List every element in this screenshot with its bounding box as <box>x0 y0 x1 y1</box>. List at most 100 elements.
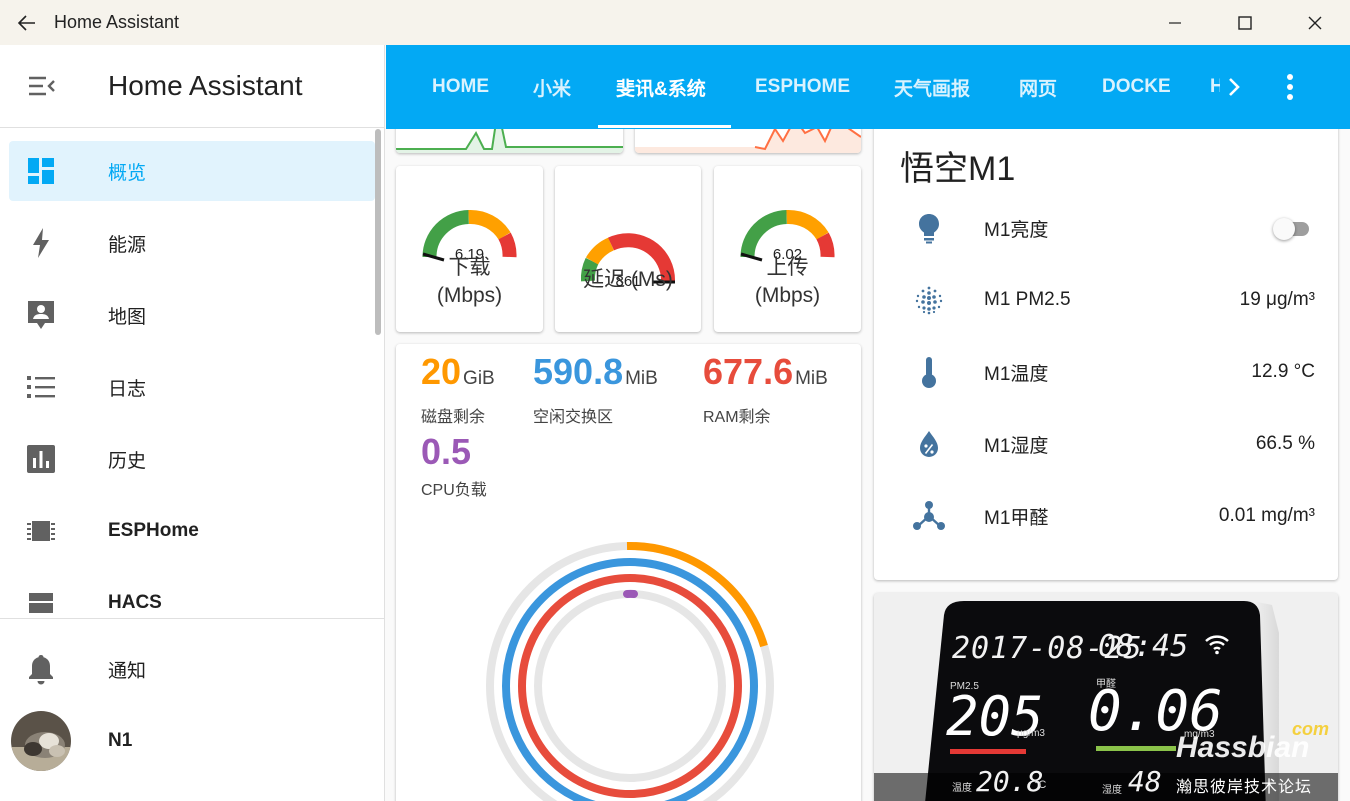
sidebar-item-label: 日志 <box>108 378 147 400</box>
tab-home[interactable]: HOME <box>432 45 489 129</box>
tab-esphome[interactable]: ESPHOME <box>755 45 850 129</box>
menu-collapse-icon[interactable] <box>0 74 84 98</box>
account-box-icon <box>9 299 73 331</box>
dashboard-content: 6.19 下载 (Mbps) 861 延迟 (Ms) 6.02 上传 (Mbps… <box>386 129 1350 801</box>
sidebar-item-label: 地图 <box>108 306 147 328</box>
water-percent-icon <box>874 429 984 459</box>
device-pm25-unit: μg/m3 <box>1017 728 1045 739</box>
lightning-bolt-icon <box>9 227 73 259</box>
sidebar-item-label: 概览 <box>108 162 147 184</box>
sidebar-item-hacs[interactable]: HACS <box>9 573 375 619</box>
sidebar-item-esphome[interactable]: ESPHome <box>9 501 375 561</box>
entity-name: M1温度 <box>984 363 1049 385</box>
chevron-right-icon[interactable] <box>1222 73 1246 101</box>
entity-value: 12.9 °C <box>1251 361 1315 382</box>
sidebar-item-user[interactable]: N1 <box>9 711 375 771</box>
molecule-icon <box>874 500 984 532</box>
bell-icon <box>9 653 73 685</box>
device-temp-unit: °C <box>1034 779 1047 791</box>
device-picture-card[interactable]: 2017-08-25 08:45 PM2.5 205 μg/m3 甲醛 0.06… <box>874 593 1338 801</box>
entity-row-brightness[interactable]: M1亮度 <box>874 203 1338 253</box>
entity-row-formaldehyde[interactable]: M1甲醛 0.01 mg/m³ <box>874 491 1338 541</box>
entity-row-temperature[interactable]: M1温度 12.9 °C <box>874 347 1338 397</box>
sidebar-item-logbook[interactable]: 日志 <box>9 357 375 417</box>
sidebar-item-notifications[interactable]: 通知 <box>9 639 375 699</box>
stat-disk-free: 20 GiB 磁盘剩余 <box>421 352 495 427</box>
tab-weather[interactable]: 天气画报 <box>894 45 970 129</box>
stat-value: 20 <box>421 351 462 392</box>
sidebar-item-history[interactable]: 历史 <box>9 429 375 489</box>
entity-value: 0.01 mg/m³ <box>1218 505 1315 526</box>
gauge-label: 上传 <box>766 256 809 279</box>
sidebar-item-map[interactable]: 地图 <box>9 285 375 345</box>
dots-grid-icon <box>874 285 984 315</box>
chart-box-icon <box>9 444 73 474</box>
stat-value: 677.6 <box>703 351 794 392</box>
pm25-level-bar <box>950 749 1026 754</box>
stat-value: 590.8 <box>533 351 624 392</box>
wukong-m1-card[interactable]: 悟空M1 M1亮度 M1 PM2.5 19 μg/m³ M1温度 12.9 °C… <box>874 129 1338 580</box>
gauge-card-download[interactable]: 6.19 下载 (Mbps) <box>396 166 543 332</box>
device-hum-label: 湿度 <box>1102 785 1122 796</box>
sidebar-item-label: HACS <box>108 592 162 613</box>
entity-row-humidity[interactable]: M1湿度 66.5 % <box>874 419 1338 469</box>
active-tab-indicator <box>598 125 731 128</box>
entity-name: M1湿度 <box>984 435 1049 457</box>
avatar <box>9 711 73 771</box>
gauge-label: 下载 <box>448 256 491 279</box>
back-arrow-icon[interactable] <box>0 0 54 45</box>
chip-icon <box>9 517 73 545</box>
brightness-toggle[interactable] <box>1273 218 1309 240</box>
upload-gauge: 6.02 <box>740 209 835 263</box>
sidebar-item-energy[interactable]: 能源 <box>9 213 375 273</box>
stat-ram-free: 677.6 MiB RAM剩余 <box>703 352 828 427</box>
cpu-graph-card[interactable] <box>635 129 861 153</box>
system-rings-chart <box>486 541 774 801</box>
tab-phicomm-system[interactable]: 斐讯&系统 <box>616 45 706 129</box>
stat-value: 0.5 <box>421 431 472 472</box>
entity-row-pm25[interactable]: M1 PM2.5 19 μg/m³ <box>874 275 1338 325</box>
window-title: Home Assistant <box>54 12 180 32</box>
entity-name: M1 PM2.5 <box>984 289 1071 310</box>
more-vertical-icon[interactable] <box>1276 71 1304 103</box>
tab-docker[interactable]: DOCKE <box>1102 45 1171 129</box>
thermometer-icon <box>874 355 984 389</box>
device-temp-label: 温度 <box>952 783 972 794</box>
sidebar-item-label: 能源 <box>108 234 147 256</box>
gauge-card-upload[interactable]: 6.02 上传 (Mbps) <box>714 166 861 332</box>
tab-partial[interactable]: H <box>1210 45 1220 129</box>
stat-swap-free: 590.8 MiB 空闲交换区 <box>533 352 658 427</box>
stat-unit: MiB <box>625 368 658 389</box>
gauge-unit: (Mbps) <box>754 284 821 307</box>
device-hum-value: 48 <box>1128 765 1162 798</box>
entity-name: M1亮度 <box>984 219 1049 241</box>
stat-label: RAM剩余 <box>703 409 771 426</box>
entity-value: 66.5 % <box>1255 433 1315 454</box>
gauge-card-latency[interactable]: 861 延迟 (Ms) <box>555 166 701 332</box>
network-graph-card[interactable] <box>396 129 623 153</box>
entity-value: 19 μg/m³ <box>1239 289 1315 310</box>
hcho-level-bar <box>1096 746 1176 751</box>
gauge-label: 延迟 (Ms) <box>583 268 673 291</box>
tab-xiaomi[interactable]: 小米 <box>533 45 571 129</box>
sidebar-app-title: Home Assistant <box>108 70 303 101</box>
system-stats-card[interactable]: 20 GiB 磁盘剩余 590.8 MiB 空闲交换区 677.6 MiB RAM剩余… <box>396 344 861 801</box>
tab-web[interactable]: 网页 <box>1019 45 1057 129</box>
close-button[interactable] <box>1280 0 1350 45</box>
sidebar-item-label: N1 <box>108 730 133 751</box>
sidebar-item-label: 通知 <box>108 660 147 682</box>
stat-unit: MiB <box>795 368 828 389</box>
stat-cpu-load: 0.5 CPU负载 <box>421 432 487 500</box>
wifi-icon <box>1204 633 1230 660</box>
window-titlebar: Home Assistant <box>0 0 1350 45</box>
minimize-button[interactable] <box>1140 0 1210 45</box>
stat-label: 空闲交换区 <box>533 409 614 426</box>
sidebar-item-overview[interactable]: 概览 <box>9 141 375 201</box>
stat-label: CPU负载 <box>421 482 487 499</box>
maximize-button[interactable] <box>1210 0 1280 45</box>
stat-label: 磁盘剩余 <box>421 409 486 426</box>
sidebar-item-label: 历史 <box>108 450 147 472</box>
sidebar-scrollbar[interactable] <box>375 129 381 335</box>
lightbulb-icon <box>874 212 984 244</box>
device-time: 08:45 <box>1098 629 1189 664</box>
